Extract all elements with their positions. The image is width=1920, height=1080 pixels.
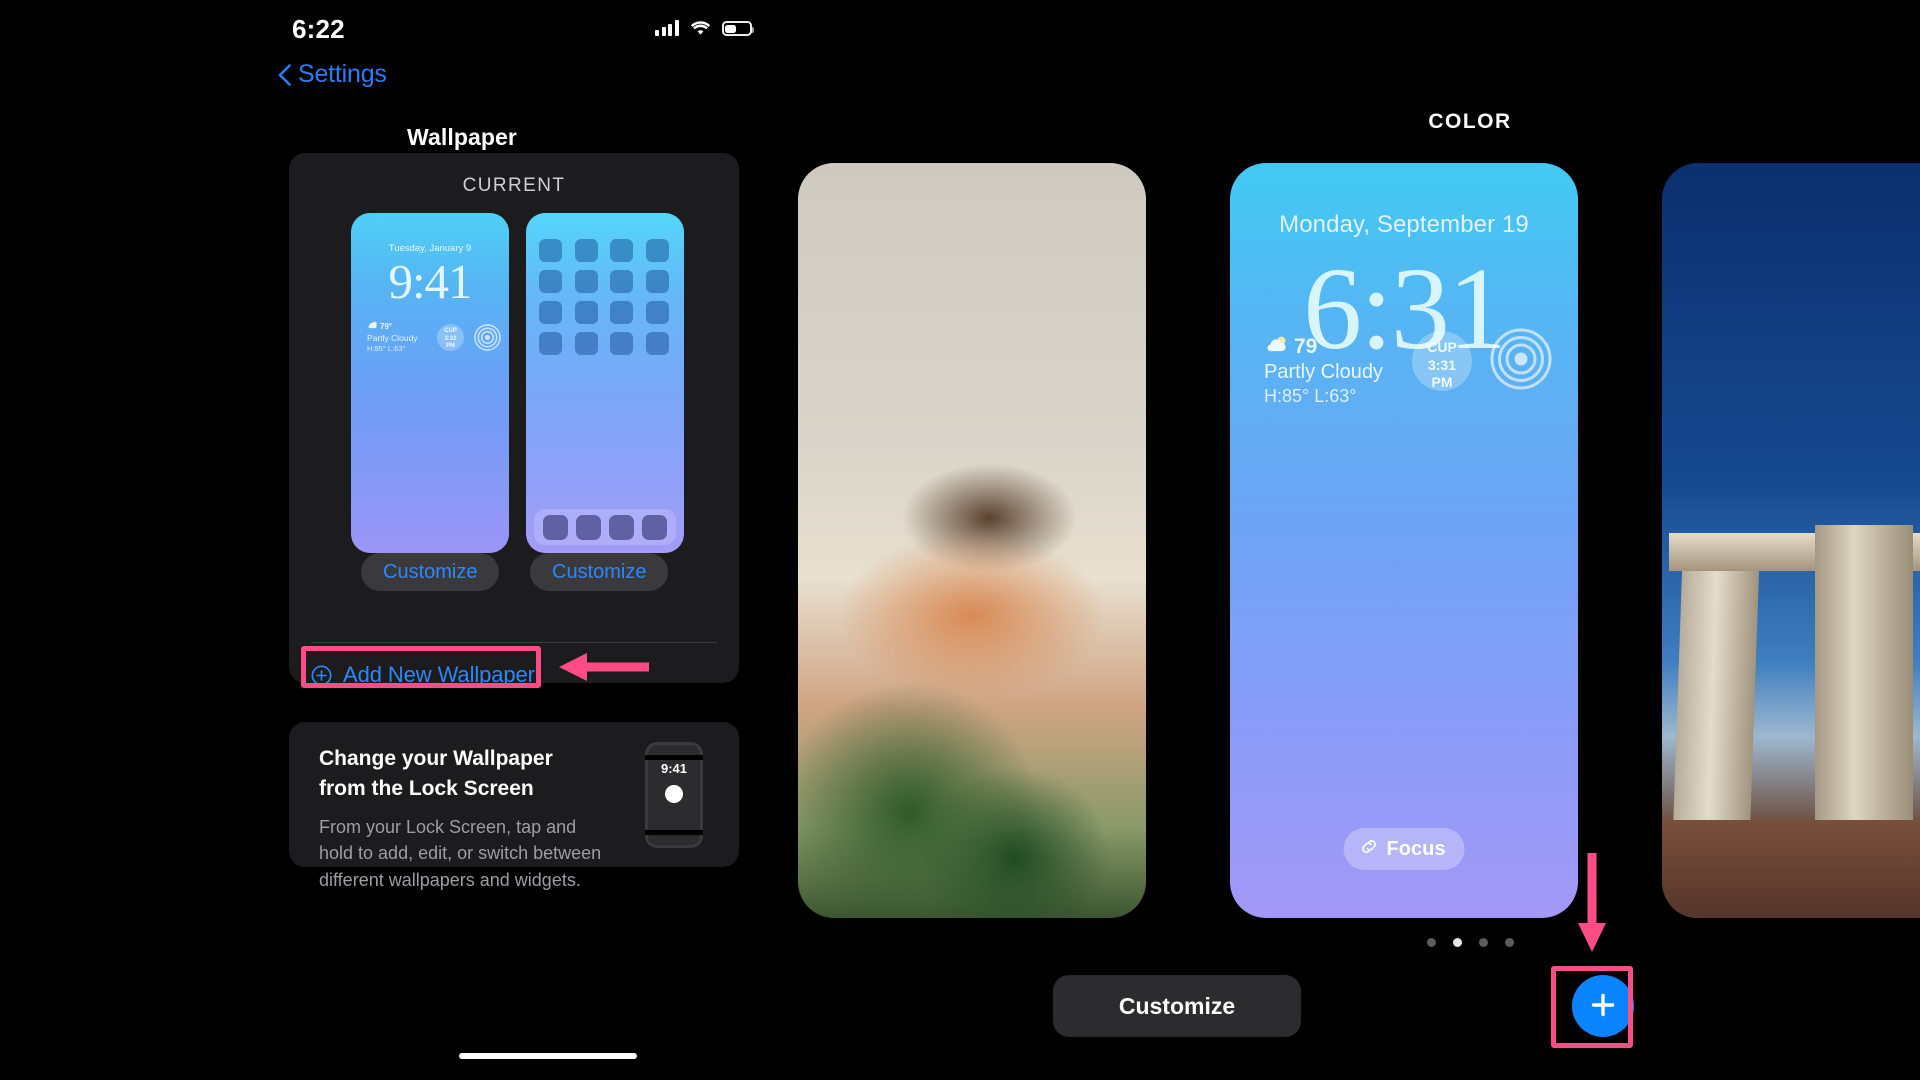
page-title: Wallpaper [407,124,517,150]
card-divider [311,642,717,643]
link-icon [1360,837,1379,861]
preview-weather-temp: 79° [1294,335,1326,358]
dock-icon [642,514,667,540]
status-bar: 6:22 [0,14,1020,50]
dock-icon [609,514,634,540]
app-icon [574,239,598,262]
photo-wallpaper-image [798,163,1146,918]
mini-phone-notch-bottom [645,830,703,835]
wallpaper-thumbnails: Tuesday, January 9 9:41 79° Partly Cloud… [289,213,739,603]
status-bar-time: 6:22 [292,14,345,44]
back-button-label: Settings [298,60,387,88]
nav-bar: Wallpaper [0,62,1020,150]
columns-wallpaper-image [1662,163,1920,918]
lock-screen-thumbnail[interactable]: Tuesday, January 9 9:41 79° Partly Cloud… [351,213,509,553]
page-indicator-dots[interactable] [1020,938,1920,947]
clock-widget-location: CUP [1427,339,1457,355]
preview-rings-widget[interactable] [1489,327,1553,391]
dock-icon [543,514,568,540]
partly-cloudy-icon [1264,335,1289,359]
wallpaper-preview-selected[interactable]: Monday, September 19 6:31 79° Partly Clo… [1230,163,1578,918]
thumb-lock-rings-widget [473,323,502,352]
battery-icon [721,21,754,36]
page-dot[interactable] [1478,938,1488,947]
chevron-left-icon [278,63,291,86]
annotation-arrow-left [557,647,649,687]
tip-card-body: From your Lock Screen, tap and hold to a… [319,817,602,890]
tip-card-title: Change your Wallpaper from the Lock Scre… [319,747,553,801]
wallpaper-preview-next[interactable] [1662,163,1920,918]
current-section-title: CURRENT [462,175,566,196]
app-icon [610,239,633,262]
app-icon [574,270,598,293]
wallpaper-gallery-pane: COLOR Monday, September 19 6:31 79° Part… [798,0,1920,1080]
app-icon [539,301,562,324]
customize-lock-button[interactable]: Customize [361,553,500,591]
mini-phone-notch-top [645,755,703,760]
add-wallpaper-fab[interactable] [1572,975,1634,1037]
app-icon [645,239,669,262]
app-icon [574,301,598,324]
app-icon [610,332,633,355]
home-app-grid [539,239,671,355]
page-dot[interactable] [1426,938,1436,947]
home-screen-thumbnail[interactable] [526,213,684,553]
app-icon [645,301,669,324]
mini-phone-touch-dot [665,785,683,803]
thumb-lock-time: 9:41 [388,254,472,309]
clock-widget-period: PM [1431,374,1453,390]
wifi-icon [690,20,711,36]
current-wallpaper-card: CURRENT Tuesday, January 9 9:41 79° Part… [289,153,739,687]
preview-weather-condition: Partly Cloudy [1264,361,1383,383]
home-dock [534,509,676,545]
page-dot-active[interactable] [1452,938,1462,947]
status-bar-icons [655,20,754,36]
lock-screen-tip-card: Change your Wallpaper from the Lock Scre… [289,722,739,890]
add-new-wallpaper-row[interactable]: Add New Wallpaper [311,653,561,697]
back-button[interactable]: Settings [278,60,387,89]
page-dot[interactable] [1504,938,1514,947]
app-icon [574,332,598,355]
app-icon [645,270,669,293]
clock-widget-time: 3:31 [1427,356,1457,373]
dock-icon [576,514,601,540]
home-indicator [459,1053,637,1059]
thumb-lock-clock-widget: CUP 3:22 PM [437,324,464,351]
app-icon [610,270,633,293]
customize-buttons-row: Customize Customize [289,553,739,597]
screen-root: 6:22 Wallpaper Settings CURRENT Tuesday,… [0,0,1920,1080]
app-icon [610,301,633,324]
partly-cloudy-icon [367,321,378,333]
plus-circle-icon [311,665,332,686]
gallery-customize-button[interactable]: Customize [1053,975,1301,1037]
gallery-section-title: COLOR [1428,110,1512,133]
mini-phone-illustration: 9:41 [645,742,703,848]
wallpaper-preview-previous[interactable] [798,163,1146,918]
preview-weather-widget[interactable]: 79° Partly Cloudy H:85° L:63° [1264,335,1383,407]
mini-phone-time: 9:41 [660,761,688,776]
annotation-arrow-down [1572,853,1612,953]
app-icon [645,332,669,355]
plus-icon [1589,991,1617,1022]
focus-pill-button[interactable]: Focus [1343,828,1465,870]
app-icon [539,332,562,355]
add-new-wallpaper-label: Add New Wallpaper [343,662,535,687]
app-icon [539,270,562,293]
column-base [1662,819,1920,918]
cellular-signal-icon [655,20,679,36]
preview-weather-range: H:85° L:63° [1264,386,1357,406]
thumb-lock-weather: 79° Partly Cloudy H:85° L:63° [367,321,418,353]
gallery-bottom-bar: Customize [1020,975,1920,1059]
focus-label: Focus [1386,837,1446,860]
customize-home-button[interactable]: Customize [530,553,669,591]
preview-world-clock-widget[interactable]: CUP 3:31 PM [1412,331,1472,391]
app-icon [539,239,562,262]
